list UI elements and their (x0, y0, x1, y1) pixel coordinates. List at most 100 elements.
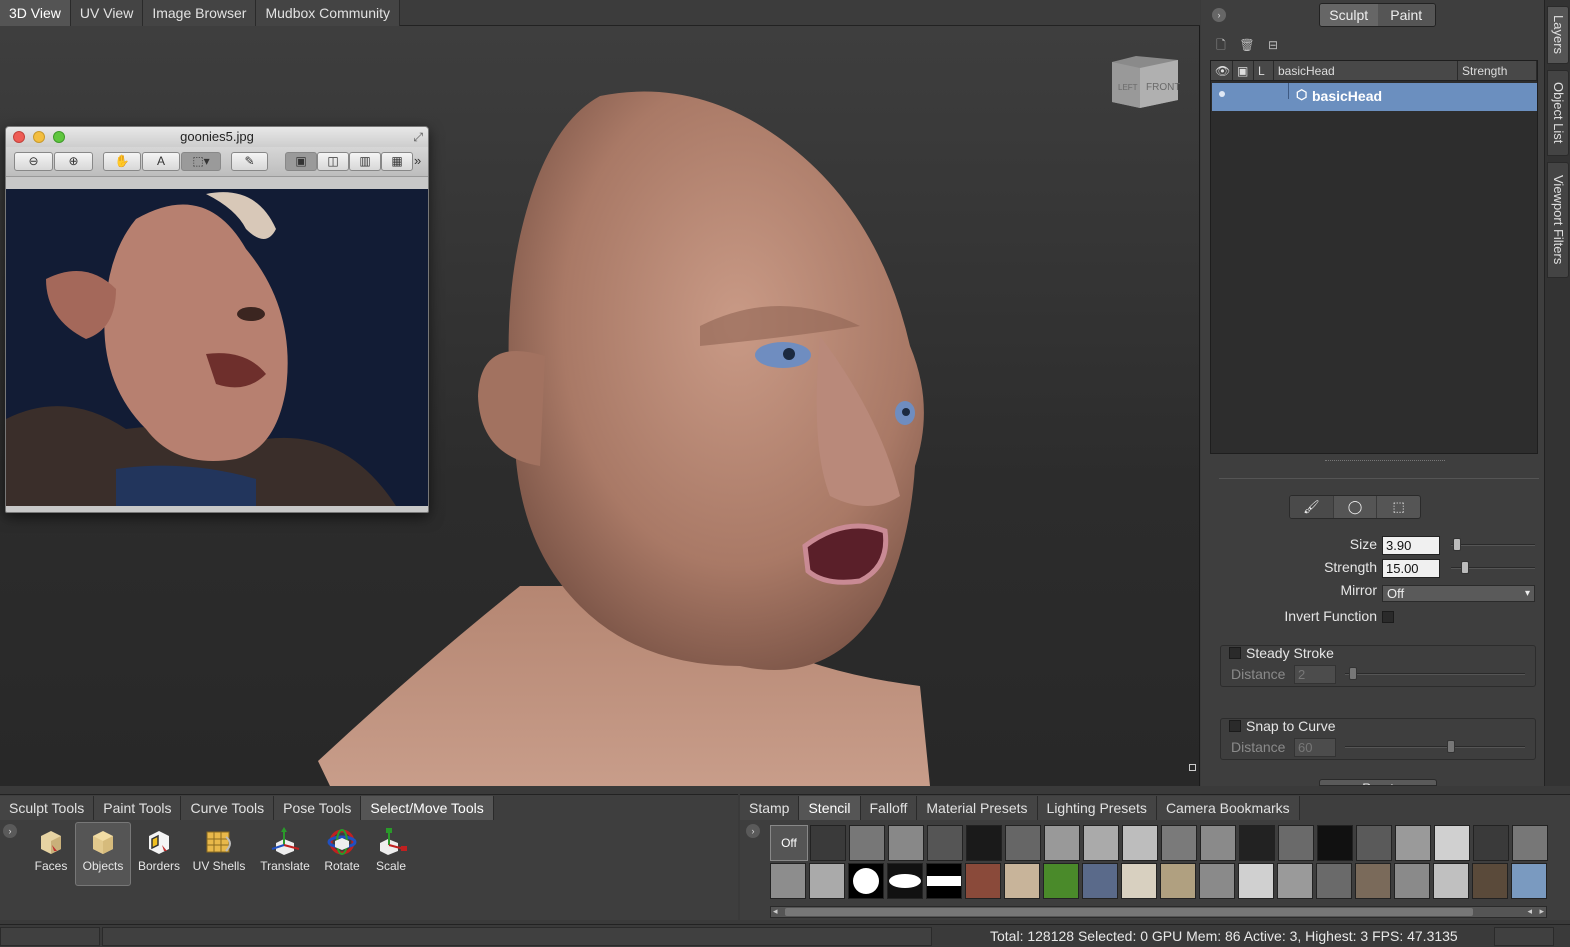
stencil-swatch[interactable] (1122, 825, 1158, 861)
stencil-swatch[interactable] (810, 825, 846, 861)
tool-uv-shells[interactable]: UV Shells (190, 823, 248, 885)
view-two-page-button[interactable]: ◫ (317, 152, 349, 171)
stencil-swatch[interactable] (1121, 863, 1157, 899)
side-tab-layers[interactable]: Layers (1547, 6, 1569, 64)
image-viewer-titlebar[interactable]: goonies5.jpg ⤢ (6, 127, 428, 147)
side-tab-object-list[interactable]: Object List (1547, 70, 1569, 156)
stencil-scrollbar[interactable]: ◂ ◂ ▸ (770, 906, 1547, 918)
snap-to-curve-checkbox[interactable] (1229, 720, 1241, 732)
view-book-button[interactable]: ▥ (349, 152, 381, 171)
tab-image-browser[interactable]: Image Browser (143, 0, 257, 26)
stencil-swatch[interactable] (770, 863, 806, 899)
stencil-swatch[interactable] (1395, 825, 1431, 861)
stencil-swatch[interactable] (966, 825, 1002, 861)
snap-distance-slider-track[interactable] (1345, 746, 1525, 748)
visibility-dot-icon[interactable] (1219, 91, 1225, 97)
stencil-tray-expand-icon[interactable]: › (746, 824, 760, 838)
collapse-panel-icon[interactable]: › (1212, 8, 1226, 22)
tab-pose-tools[interactable]: Pose Tools (274, 796, 362, 820)
tab-camera-bookmarks[interactable]: Camera Bookmarks (1156, 796, 1300, 820)
tool-rotate[interactable]: Rotate (319, 823, 365, 885)
stencil-swatch[interactable] (1004, 863, 1040, 899)
tool-faces[interactable]: Faces (28, 823, 74, 885)
tab-falloff[interactable]: Falloff (860, 796, 918, 820)
tab-mudbox-community[interactable]: Mudbox Community (256, 0, 400, 26)
merge-layer-icon[interactable]: ⊟ (1265, 37, 1281, 53)
tool-objects[interactable]: Objects (75, 822, 131, 886)
paint-mode-button[interactable]: Paint (1377, 4, 1435, 26)
stencil-swatch[interactable] (1511, 863, 1547, 899)
size-input[interactable]: 3.90 (1382, 536, 1440, 555)
tab-stencil[interactable]: Stencil (799, 796, 861, 820)
zoom-out-button[interactable]: ⊖ (14, 152, 53, 171)
steady-stroke-checkbox[interactable] (1229, 647, 1241, 659)
stencil-swatch[interactable] (926, 863, 962, 899)
stencil-swatch[interactable] (809, 863, 845, 899)
tool-scale[interactable]: Scale (369, 823, 413, 885)
scroll-left-icon-2[interactable]: ◂ (1527, 906, 1532, 917)
stencil-swatch[interactable] (1433, 863, 1469, 899)
tab-uv-view[interactable]: UV View (70, 0, 144, 26)
stencil-swatch[interactable] (965, 863, 1001, 899)
steady-distance-slider-thumb[interactable] (1349, 667, 1357, 680)
side-tab-viewport-filters[interactable]: Viewport Filters (1547, 162, 1569, 278)
stencil-swatch[interactable] (1434, 825, 1470, 861)
stencil-swatch[interactable] (1238, 863, 1274, 899)
tool-translate[interactable]: Translate (257, 823, 313, 885)
tool-borders[interactable]: Borders (134, 823, 184, 885)
stencil-swatch[interactable] (1200, 825, 1236, 861)
stencil-swatch[interactable] (1043, 863, 1079, 899)
tab-select-move-tools[interactable]: Select/Move Tools (361, 796, 494, 820)
visibility-column-icon[interactable]: 👁 (1211, 61, 1233, 80)
tab-sculpt-tools[interactable]: Sculpt Tools (0, 796, 95, 820)
mirror-select[interactable]: Off ▾ (1382, 585, 1535, 602)
stencil-swatch[interactable] (1472, 863, 1508, 899)
stencil-swatch[interactable] (1160, 863, 1196, 899)
fullscreen-icon[interactable]: ⤢ (413, 130, 423, 145)
lasso-stroke-icon[interactable]: ◯ (1334, 496, 1378, 518)
viewcube-icon[interactable]: LEFT FRONT (1110, 54, 1180, 110)
view-grid-button[interactable]: ▦ (381, 152, 413, 171)
image-viewer-window[interactable]: goonies5.jpg ⤢ ⊖ ⊕ ✋ A ⬚▾ ✎ ▣ ◫ ▥ ▦ » (5, 126, 429, 513)
stencil-off-button[interactable]: Off (770, 825, 808, 861)
annotate-tool-button[interactable]: ✎ (231, 152, 268, 171)
strength-column[interactable]: Strength (1458, 61, 1537, 80)
tray-expand-icon[interactable]: › (3, 824, 17, 838)
stencil-swatch[interactable] (1044, 825, 1080, 861)
layer-row[interactable]: ⬡ basicHead (1212, 83, 1537, 111)
rect-stroke-icon[interactable]: ⬚ (1377, 496, 1420, 518)
strength-input[interactable]: 15.00 (1382, 559, 1440, 578)
scroll-right-icon[interactable]: ▸ (1539, 906, 1544, 917)
snap-distance-input[interactable]: 60 (1294, 738, 1336, 757)
invert-function-checkbox[interactable] (1382, 611, 1394, 623)
steady-distance-input[interactable]: 2 (1294, 665, 1336, 684)
stencil-swatch[interactable] (1356, 825, 1392, 861)
size-slider-thumb[interactable] (1453, 538, 1461, 551)
stencil-swatch[interactable] (849, 825, 885, 861)
stencil-swatch[interactable] (1277, 863, 1313, 899)
stencil-swatch[interactable] (1161, 825, 1197, 861)
hand-tool-button[interactable]: ✋ (103, 152, 141, 171)
viewport-corner-handle[interactable] (1189, 764, 1196, 771)
tab-lighting-presets[interactable]: Lighting Presets (1037, 796, 1157, 820)
panel-splitter[interactable] (1325, 460, 1445, 463)
stencil-swatch[interactable] (848, 863, 884, 899)
steady-distance-slider-track[interactable] (1345, 673, 1525, 675)
stencil-scrollbar-thumb[interactable] (785, 908, 1473, 916)
tab-curve-tools[interactable]: Curve Tools (181, 796, 275, 820)
tab-paint-tools[interactable]: Paint Tools (94, 796, 182, 820)
brush-stroke-icon[interactable]: 🖌 (1290, 496, 1334, 518)
new-layer-icon[interactable]: 🗋 (1213, 37, 1229, 53)
stencil-swatch[interactable] (1473, 825, 1509, 861)
stencil-swatch[interactable] (1005, 825, 1041, 861)
tab-stamp[interactable]: Stamp (740, 796, 800, 820)
stencil-swatch[interactable] (1512, 825, 1548, 861)
size-slider-track[interactable] (1451, 544, 1535, 546)
stencil-swatch[interactable] (1082, 863, 1118, 899)
stencil-swatch[interactable] (1199, 863, 1235, 899)
lock-column-icon[interactable]: ▣ (1233, 61, 1254, 80)
stencil-swatch[interactable] (1083, 825, 1119, 861)
tab-material-presets[interactable]: Material Presets (917, 796, 1038, 820)
more-tools-icon[interactable]: » (414, 153, 421, 168)
delete-layer-icon[interactable]: 🗑 (1239, 37, 1255, 53)
